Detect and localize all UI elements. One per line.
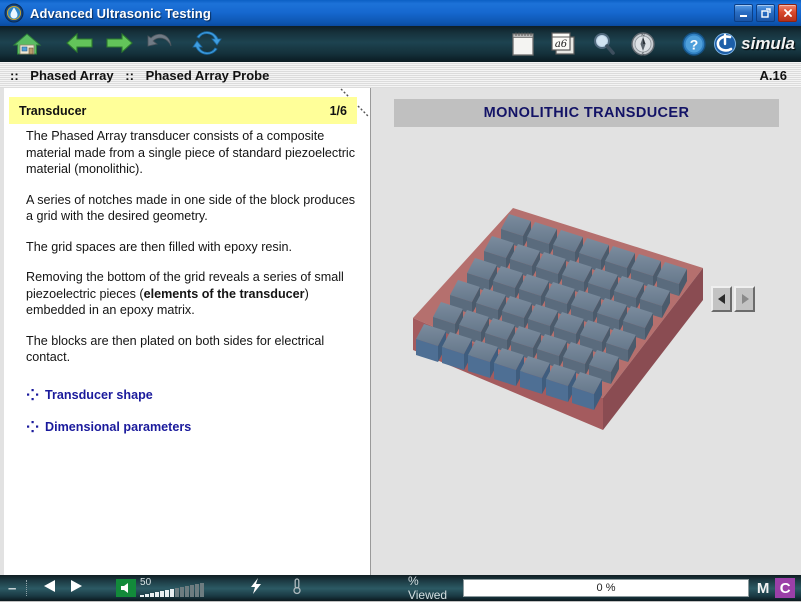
viewed-value: 0 %: [596, 582, 616, 594]
figure-title-bar: MONOLITHIC TRANSDUCER: [394, 99, 779, 127]
forward-arrow-icon[interactable]: [103, 30, 133, 58]
right-figure-panel: MONOLITHIC TRANSDUCER: [371, 88, 801, 575]
svg-text:?: ?: [690, 37, 699, 53]
body-text: The Phased Array transducer consists of …: [26, 128, 356, 452]
svg-text:a6: a6: [555, 39, 568, 50]
figure-next-button[interactable]: [734, 286, 755, 312]
topic-title: Transducer: [19, 103, 87, 118]
speaker-icon[interactable]: [116, 579, 137, 597]
water-drop-icon: [4, 3, 24, 23]
simula-mark-icon: [714, 33, 737, 55]
window-controls: [734, 4, 801, 22]
status-divider: [26, 580, 28, 596]
simula-wordmark: simula: [741, 34, 795, 53]
map-button[interactable]: M: [757, 580, 770, 597]
figure-title: MONOLITHIC TRANSDUCER: [483, 105, 690, 121]
viewed-label: % Viewed: [407, 574, 448, 602]
emphasis-term: elements of the transducer: [143, 286, 305, 301]
home-icon[interactable]: [12, 30, 42, 58]
maximize-button[interactable]: [756, 4, 775, 22]
toolbar: a6 N S ? simula: [0, 26, 801, 63]
simula-logo: simula: [712, 32, 795, 56]
back-arrow-icon[interactable]: [64, 30, 94, 58]
link-dimensional-parameters[interactable]: Dimensional parameters: [26, 420, 356, 434]
paragraph: A series of notches made in one side of …: [26, 192, 356, 224]
lightning-icon[interactable]: [249, 577, 263, 600]
breadcrumb-level1[interactable]: Phased Array: [30, 68, 113, 83]
thermometer-icon[interactable]: [291, 577, 303, 600]
search-icon[interactable]: [589, 30, 619, 58]
volume-bars: [140, 583, 205, 597]
monolithic-transducer-diagram: [413, 208, 703, 430]
help-icon[interactable]: ?: [679, 30, 709, 58]
notes-icon[interactable]: [508, 30, 538, 58]
svg-text:S: S: [641, 52, 644, 57]
related-links: Transducer shape Dimensional parameters: [26, 388, 356, 434]
page-next-button[interactable]: [68, 579, 84, 598]
glossary-icon[interactable]: a6: [548, 30, 578, 58]
cross-dots-icon: [27, 389, 39, 401]
breadcrumb-separator: ::: [125, 67, 134, 83]
collapse-button[interactable]: –: [8, 580, 16, 597]
svg-text:N: N: [641, 33, 644, 38]
title-bar: Advanced Ultrasonic Testing: [0, 0, 801, 27]
topic-page-count: 1/6: [329, 103, 347, 118]
page-reference: A.16: [759, 67, 787, 83]
refresh-icon[interactable]: [192, 30, 222, 58]
link-label: Transducer shape: [45, 387, 153, 402]
undo-icon[interactable]: [145, 30, 175, 58]
viewed-progress-bar: 0 %: [463, 579, 749, 597]
compass-icon[interactable]: N S: [628, 30, 658, 58]
breadcrumb: :: Phased Array :: Phased Array Probe A.…: [0, 62, 801, 89]
status-bar: – 50 % Viewed 0 % M C: [0, 574, 801, 602]
breadcrumb-prefix: ::: [10, 67, 19, 83]
left-content-panel: Transducer 1/6 The Phased Array transduc…: [4, 88, 371, 575]
breadcrumb-level2[interactable]: Phased Array Probe: [146, 68, 270, 83]
link-label: Dimensional parameters: [45, 419, 192, 434]
figure-prev-button[interactable]: [711, 286, 732, 312]
cross-dots-icon: [27, 421, 39, 433]
close-button[interactable]: [778, 4, 797, 22]
volume-slider[interactable]: 50: [140, 577, 209, 597]
paragraph: The Phased Array transducer consists of …: [26, 129, 355, 176]
minimize-button[interactable]: [734, 4, 753, 22]
topic-header: Transducer 1/6: [9, 97, 357, 124]
figure-nav-buttons: [711, 286, 755, 312]
link-transducer-shape[interactable]: Transducer shape: [26, 388, 356, 402]
application-window: Advanced Ultrasonic Testing a6 N S ? sim…: [0, 0, 801, 602]
window-title: Advanced Ultrasonic Testing: [30, 5, 211, 21]
contents-button[interactable]: C: [775, 578, 795, 598]
paragraph: The grid spaces are then filled with epo…: [26, 239, 293, 254]
paragraph-with-emphasis: Removing the bottom of the grid reveals …: [26, 269, 356, 319]
page-prev-button[interactable]: [42, 579, 58, 598]
main-content: Transducer 1/6 The Phased Array transduc…: [0, 88, 801, 575]
paragraph: The blocks are then plated on both sides…: [26, 333, 325, 365]
